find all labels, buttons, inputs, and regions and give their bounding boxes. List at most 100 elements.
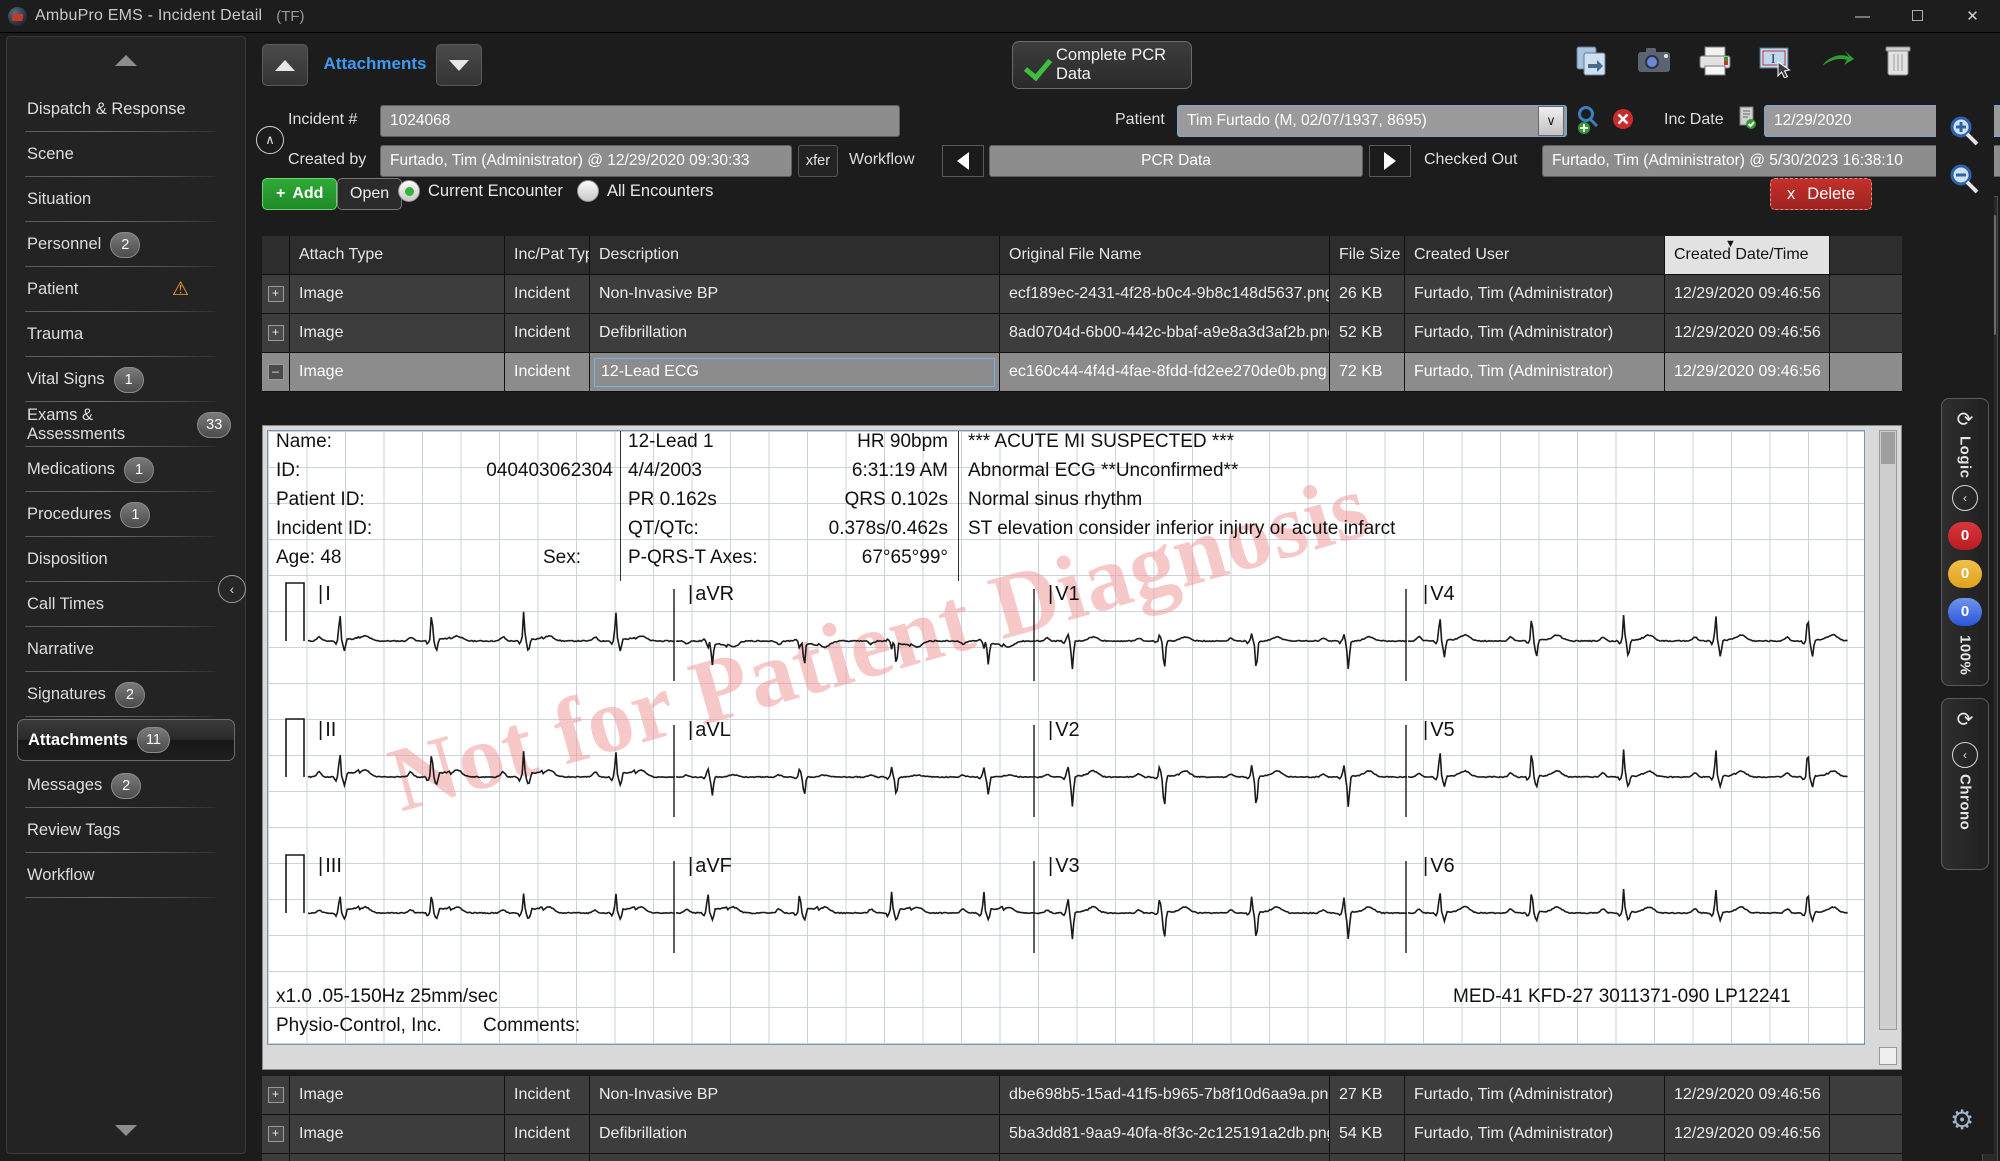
description-edit-field[interactable]: 12-Lead ECG xyxy=(594,358,995,387)
sidebar-item-workflow[interactable]: Workflow xyxy=(21,853,231,898)
sidebar-collapse-button[interactable]: ‹ xyxy=(218,575,246,603)
cell-created-date-time[interactable]: 12/29/2020 09:46:56 xyxy=(1665,314,1830,352)
table-row[interactable]: +ImageIncidentDefibrillation8ad0704d-6b0… xyxy=(262,314,1902,353)
zoom-in-icon[interactable] xyxy=(1947,114,1981,148)
header-collapse-button[interactable]: ∧ xyxy=(256,126,284,154)
column-header-created-date-time[interactable]: Created Date/Time▼ xyxy=(1665,236,1830,274)
table-row[interactable]: +ImageIncidentDefibrillation5ba3dd81-9aa… xyxy=(262,1115,1902,1154)
cell-inc-pat-type[interactable]: Incident xyxy=(505,1076,590,1114)
cell-created-user[interactable]: Furtado, Tim (Administrator) xyxy=(1405,1154,1665,1161)
ecg-scroll-thumb[interactable] xyxy=(1881,432,1895,464)
minimize-icon[interactable]: — xyxy=(1835,0,1890,33)
cell-file-size[interactable]: 27 KB xyxy=(1330,1076,1405,1114)
cell-created-date-time[interactable]: 12/29/2020 09:46:56 xyxy=(1665,1154,1830,1161)
column-header-inc-pat-type[interactable]: Inc/Pat Type xyxy=(505,236,590,274)
cell-inc-pat-type[interactable]: Incident xyxy=(505,1115,590,1153)
add-button[interactable]: + Add xyxy=(262,178,337,210)
logic-red-count[interactable]: 0 xyxy=(1948,522,1982,550)
logic-blue-count[interactable]: 0 xyxy=(1948,598,1982,626)
cell-inc-pat-type[interactable]: Incident xyxy=(505,353,590,391)
cell-attach-type[interactable]: Image xyxy=(290,275,505,313)
chrono-panel[interactable]: ⟳ ‹ Chrono xyxy=(1941,698,1989,870)
cell-created-date-time[interactable]: 12/29/2020 09:46:56 xyxy=(1665,353,1830,391)
maximize-icon[interactable]: ☐ xyxy=(1890,0,1945,33)
table-row[interactable]: –ImageIncident12-Lead ECGec160c44-4f4d-4… xyxy=(262,353,1902,392)
row-expander-button[interactable]: + xyxy=(262,1154,290,1161)
column-header-original-file-name[interactable]: Original File Name xyxy=(1000,236,1330,274)
ecg-vertical-scrollbar[interactable] xyxy=(1879,430,1897,1030)
scope-all-encounters-radio[interactable]: All Encounters xyxy=(577,180,713,202)
note-icon[interactable] xyxy=(1737,106,1757,135)
cell-attach-type[interactable]: Image xyxy=(290,1154,505,1161)
patient-search-add-icon[interactable] xyxy=(1574,104,1604,141)
sidebar-item-signatures[interactable]: Signatures2 xyxy=(21,672,231,717)
cell-file-size[interactable]: 52 KB xyxy=(1330,314,1405,352)
cell-description[interactable]: Defibrillation xyxy=(590,314,1000,352)
sidebar-item-review-tags[interactable]: Review Tags xyxy=(21,808,231,853)
ecg-image[interactable]: Not for Patient Diagnosis Name: 12-Lead … xyxy=(267,430,1865,1045)
cell-original-file-name[interactable]: 5ba3dd81-9aa9-40fa-8f3c-2c125191a2db.png xyxy=(1000,1115,1330,1153)
sidebar-item-call-times[interactable]: Call Times xyxy=(21,582,231,627)
printer-icon[interactable] xyxy=(1697,44,1733,78)
cell-original-file-name[interactable]: ec160c44-4f4d-4fae-8fdd-fd2ee270de0b.png xyxy=(1000,353,1330,391)
sidebar-item-messages[interactable]: Messages2 xyxy=(21,763,231,808)
table-row[interactable]: +ImageIncidentDefibrillation3e864bc2-b07… xyxy=(262,1154,1902,1161)
cell-description[interactable]: Defibrillation xyxy=(590,1154,1000,1161)
cell-created-user[interactable]: Furtado, Tim (Administrator) xyxy=(1405,1076,1665,1114)
chrono-collapse-button[interactable]: ‹ xyxy=(1952,742,1978,768)
incident-number-input[interactable]: 1024068 xyxy=(380,105,900,137)
prev-section-button[interactable] xyxy=(262,44,308,86)
cell-attach-type[interactable]: Image xyxy=(290,1115,505,1153)
delete-button[interactable]: x Delete xyxy=(1770,178,1872,210)
next-section-button[interactable] xyxy=(436,44,482,86)
column-header-attach-type[interactable]: Attach Type xyxy=(290,236,505,274)
row-expander-button[interactable]: + xyxy=(262,1076,290,1114)
sidebar-item-disposition[interactable]: Disposition xyxy=(21,537,231,582)
logic-amber-count[interactable]: 0 xyxy=(1948,560,1982,588)
cell-attach-type[interactable]: Image xyxy=(290,353,505,391)
complete-pcr-data-button[interactable]: Complete PCR Data xyxy=(1012,41,1192,89)
sidebar-scroll-down[interactable] xyxy=(7,1107,245,1153)
cell-description[interactable]: 12-Lead ECG xyxy=(590,353,1000,391)
logic-collapse-button[interactable]: ‹ xyxy=(1952,485,1978,511)
cell-file-size[interactable]: 53 KB xyxy=(1330,1154,1405,1161)
cell-original-file-name[interactable]: 3e864bc2-b076-424d-8525-fb1cadbb47fd.png xyxy=(1000,1154,1330,1161)
row-expander-button[interactable]: + xyxy=(262,275,290,313)
patient-input[interactable]: Tim Furtado (M, 02/07/1937, 8695) xyxy=(1177,105,1567,137)
close-icon[interactable]: ✕ xyxy=(1945,0,2000,33)
sidebar-item-procedures[interactable]: Procedures1 xyxy=(21,492,231,537)
cell-original-file-name[interactable]: 8ad0704d-6b00-442c-bbaf-a9e8a3d3af2b.png xyxy=(1000,314,1330,352)
sidebar-scroll-up[interactable] xyxy=(7,37,245,83)
import-file-icon[interactable] xyxy=(1575,44,1611,78)
cell-attach-type[interactable]: Image xyxy=(290,1076,505,1114)
row-expander-button[interactable]: + xyxy=(262,314,290,352)
cell-created-user[interactable]: Furtado, Tim (Administrator) xyxy=(1405,353,1665,391)
column-header-file-size[interactable]: File Size xyxy=(1330,236,1405,274)
cell-file-size[interactable]: 26 KB xyxy=(1330,275,1405,313)
refresh-icon[interactable]: ⟳ xyxy=(1957,407,1974,432)
open-button[interactable]: Open xyxy=(337,178,402,210)
sidebar-item-trauma[interactable]: Trauma xyxy=(21,312,231,357)
column-header-description[interactable]: Description xyxy=(590,236,1000,274)
cell-description[interactable]: Non-Invasive BP xyxy=(590,1076,1000,1114)
sidebar-item-dispatch-response[interactable]: Dispatch & Response xyxy=(21,87,231,132)
column-header-created-user[interactable]: Created User xyxy=(1405,236,1665,274)
sidebar-item-medications[interactable]: Medications1 xyxy=(21,447,231,492)
table-row[interactable]: +ImageIncidentNon-Invasive BPdbe698b5-15… xyxy=(262,1076,1902,1115)
sidebar-item-attachments[interactable]: Attachments11 xyxy=(17,719,235,761)
table-row[interactable]: +ImageIncidentNon-Invasive BPecf189ec-24… xyxy=(262,275,1902,314)
row-expander-button[interactable]: – xyxy=(262,353,290,391)
sidebar-item-personnel[interactable]: Personnel2 xyxy=(21,222,231,267)
sidebar-item-exams-assessments[interactable]: Exams & Assessments33 xyxy=(21,402,231,447)
cell-description[interactable]: Non-Invasive BP xyxy=(590,275,1000,313)
cell-created-user[interactable]: Furtado, Tim (Administrator) xyxy=(1405,275,1665,313)
cell-created-date-time[interactable]: 12/29/2020 09:46:56 xyxy=(1665,1076,1830,1114)
cell-file-size[interactable]: 54 KB xyxy=(1330,1115,1405,1153)
zoom-out-icon[interactable] xyxy=(1947,162,1981,196)
cell-description[interactable]: Defibrillation xyxy=(590,1115,1000,1153)
cell-file-size[interactable]: 72 KB xyxy=(1330,353,1405,391)
scope-current-encounter-radio[interactable]: Current Encounter xyxy=(398,180,563,202)
sidebar-item-narrative[interactable]: Narrative xyxy=(21,627,231,672)
ecg-resize-handle[interactable] xyxy=(1879,1047,1897,1065)
workflow-next-button[interactable] xyxy=(1369,145,1411,177)
